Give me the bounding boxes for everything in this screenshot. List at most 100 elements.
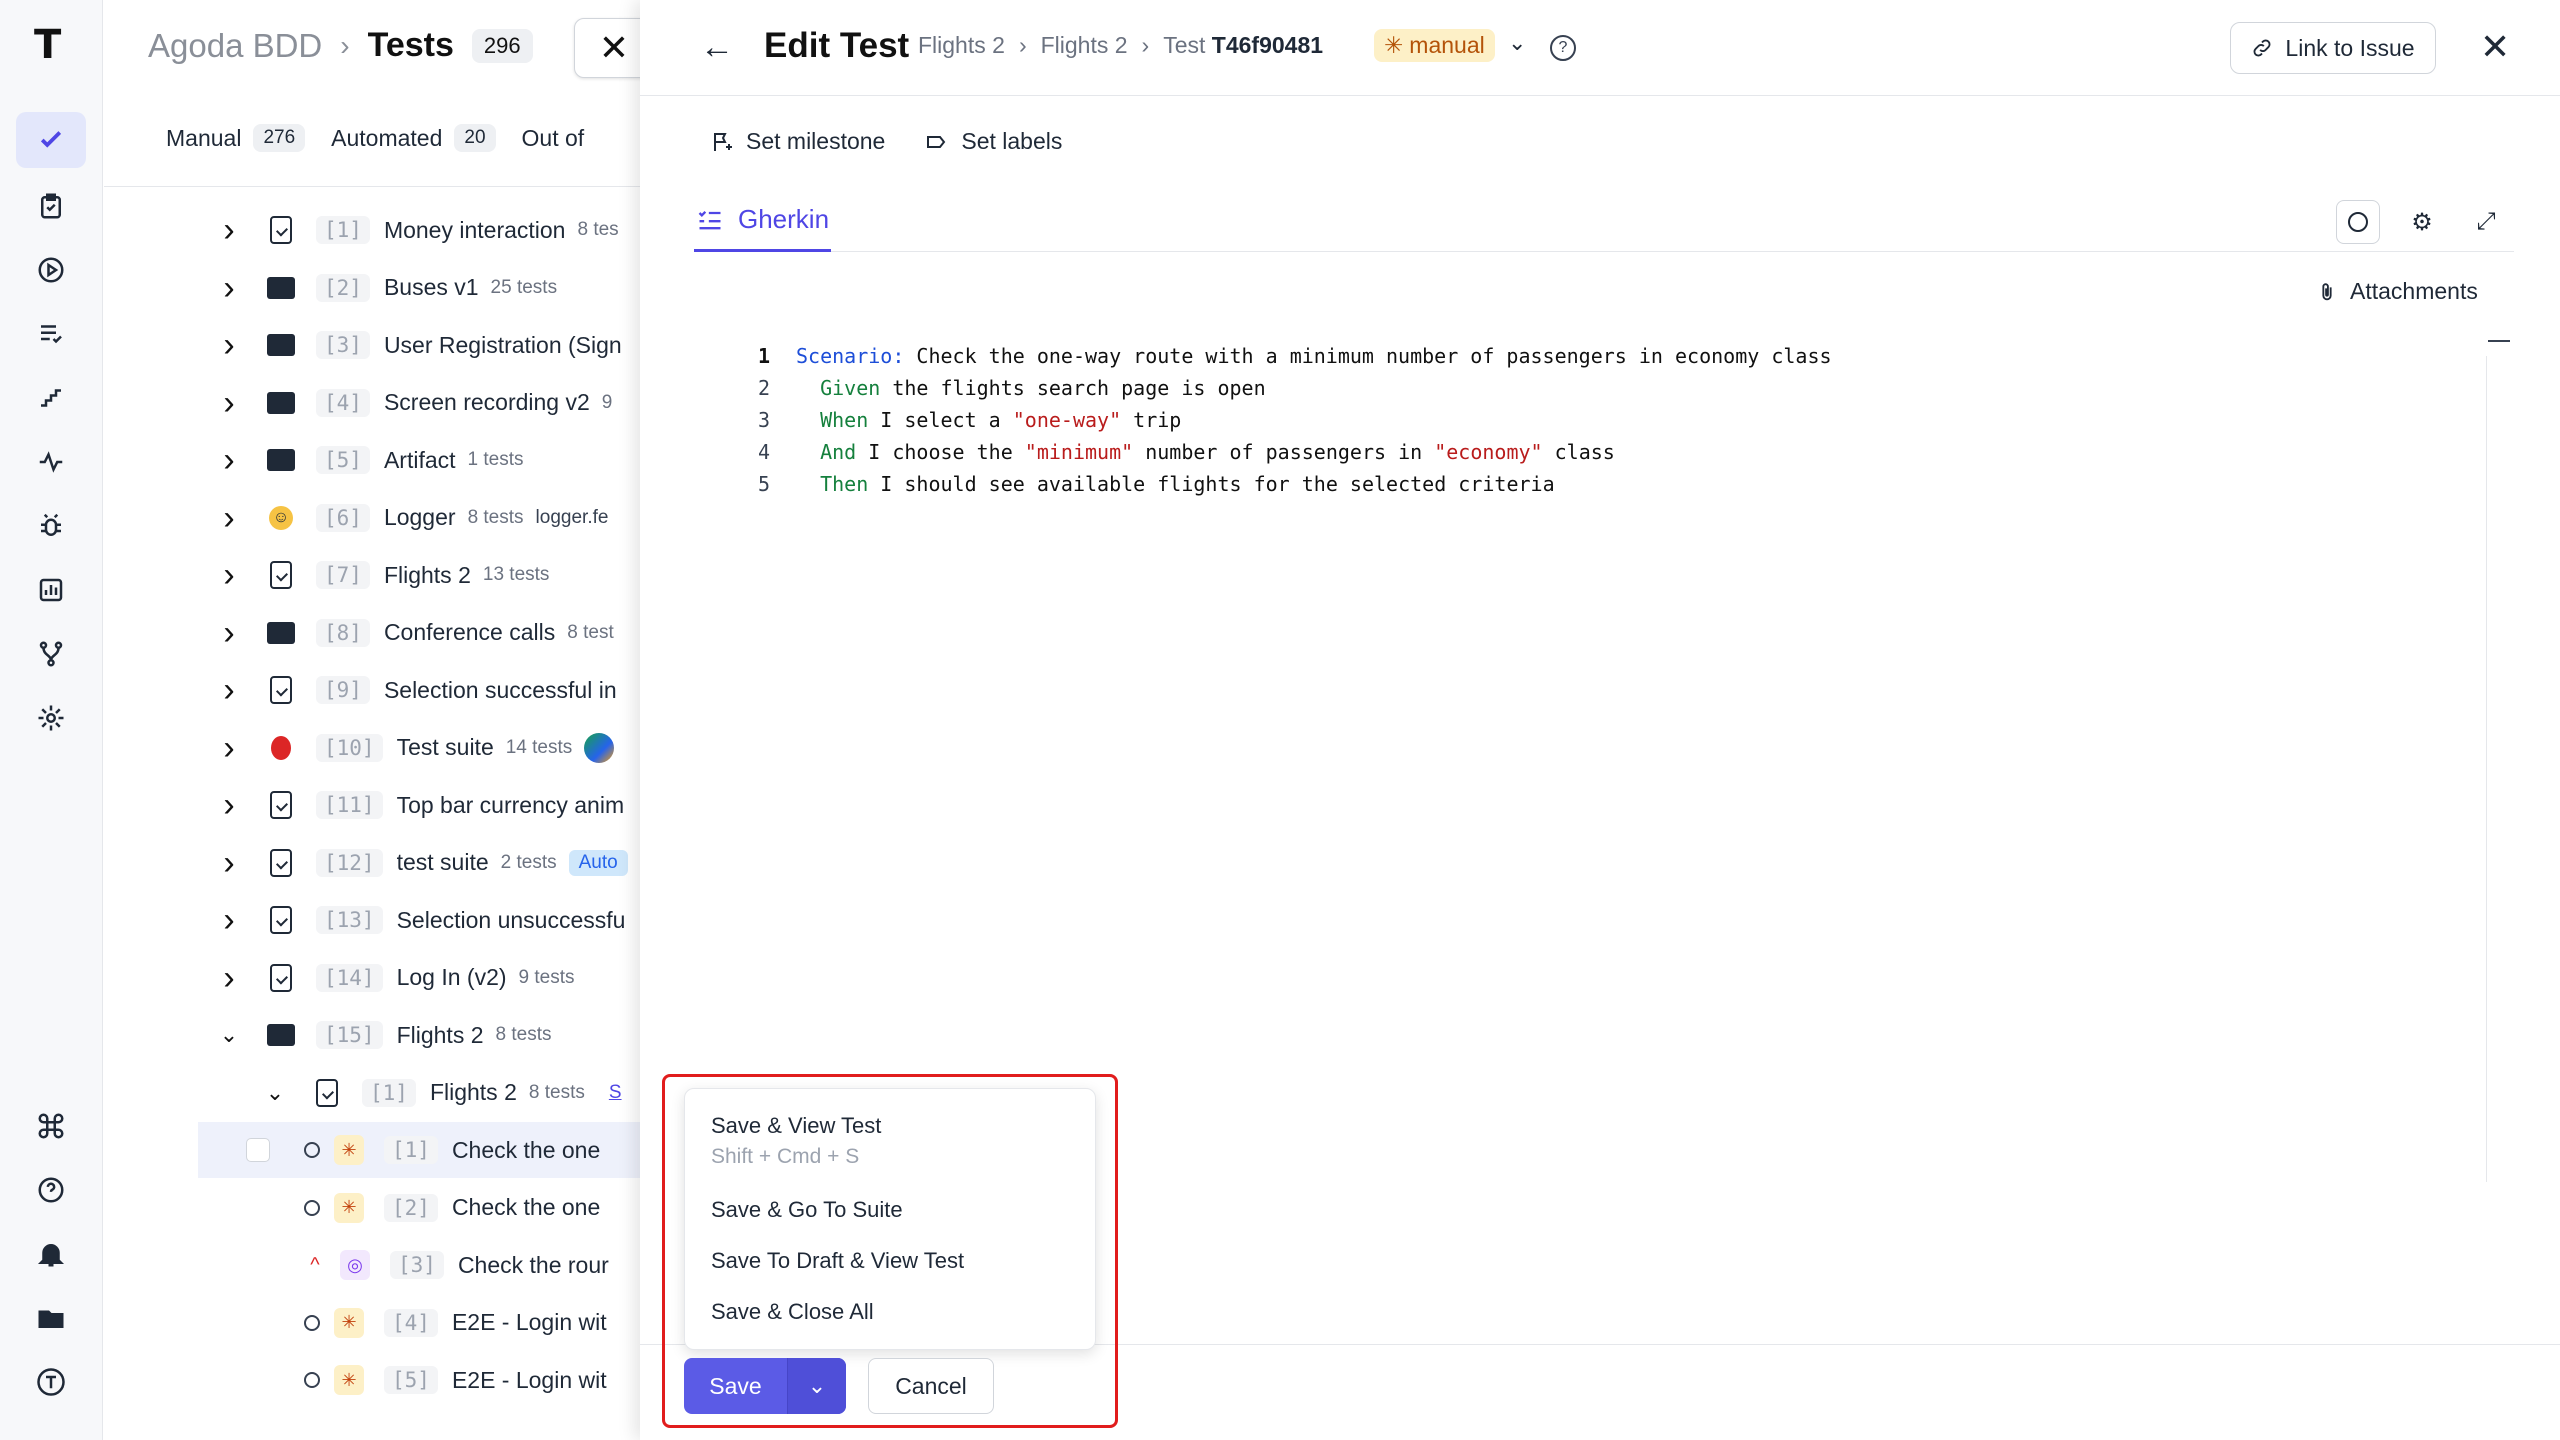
- menu-item-save-go-to-suite[interactable]: Save & Go To Suite: [711, 1197, 903, 1223]
- chevron-right-icon[interactable]: ›: [218, 271, 240, 305]
- menu-item-save-view-test[interactable]: Save & View Test Shift + Cmd + S: [711, 1113, 881, 1169]
- row-label: Check the one: [451, 1136, 601, 1163]
- chevron-down-icon[interactable]: ⌄: [218, 1022, 240, 1048]
- rail-analytics-icon[interactable]: [16, 562, 86, 618]
- menu-item-save-close-all[interactable]: Save & Close All: [711, 1299, 874, 1325]
- set-milestone-label: Set milestone: [746, 128, 886, 154]
- tree-row[interactable]: › [2] Buses v1 25 tests: [104, 260, 644, 316]
- line-number: 2: [757, 376, 770, 400]
- divider: [104, 186, 644, 187]
- chevron-right-icon[interactable]: ›: [218, 443, 240, 477]
- close-suite-button[interactable]: ✕: [574, 18, 644, 78]
- back-arrow-icon[interactable]: ←: [700, 28, 734, 67]
- rail-pulse-icon[interactable]: [16, 434, 86, 490]
- tab-manual[interactable]: Manual 276: [166, 124, 306, 152]
- tree-row[interactable]: ⌄ [1] Flights 2 8 tests S: [104, 1065, 644, 1121]
- chevron-right-icon[interactable]: ›: [218, 328, 240, 362]
- chevron-right-icon[interactable]: ›: [218, 386, 240, 420]
- tree-row[interactable]: › [13] Selection unsuccessfu: [104, 892, 644, 948]
- tree-row[interactable]: › [10] Test suite 14 tests: [104, 720, 644, 776]
- cancel-button[interactable]: Cancel: [868, 1358, 994, 1414]
- expand-button[interactable]: ⤢: [2464, 200, 2508, 244]
- save-options-toggle[interactable]: ⌄: [788, 1358, 846, 1414]
- rail-folders-icon[interactable]: [16, 1290, 86, 1346]
- tab-gherkin[interactable]: Gherkin: [694, 190, 832, 252]
- tree-row[interactable]: › [9] Selection successful in: [104, 662, 644, 718]
- chevron-right-icon[interactable]: ›: [218, 903, 240, 937]
- chevron-right-icon[interactable]: ›: [218, 961, 240, 995]
- help-icon[interactable]: ?: [1550, 35, 1576, 61]
- project-name[interactable]: Agoda BDD: [148, 27, 322, 65]
- rail-settings-icon[interactable]: [16, 690, 86, 746]
- chevron-right-icon[interactable]: ›: [218, 616, 240, 650]
- status-toggle-button[interactable]: [2336, 200, 2380, 244]
- rail-command-icon[interactable]: [16, 1098, 86, 1154]
- tree-row[interactable]: ✳ [1] Check the one: [198, 1122, 644, 1178]
- row-number: [11]: [316, 791, 383, 819]
- tab-out-of[interactable]: Out of: [522, 124, 585, 152]
- rail-profile-icon[interactable]: [16, 1354, 86, 1410]
- icon-shape: ✳: [334, 1307, 364, 1338]
- chevron-down-icon[interactable]: ⌄: [1508, 30, 1526, 56]
- tree-row[interactable]: › [7] Flights 2 13 tests: [104, 547, 644, 603]
- rail-bug-icon[interactable]: [16, 498, 86, 554]
- test-type-badge[interactable]: ✳ manual: [1374, 29, 1495, 62]
- icon-shape: ✳: [334, 1135, 364, 1165]
- menu-item-save-draft-view-test[interactable]: Save To Draft & View Test: [711, 1248, 964, 1274]
- crumb-subsuite[interactable]: Flights 2: [1041, 32, 1128, 59]
- tree-row[interactable]: › [11] Top bar currency anim: [104, 777, 644, 833]
- code-line: 1 Scenario: Check the one-way route with …: [736, 340, 1832, 372]
- app-logo[interactable]: T: [34, 22, 70, 68]
- tree-row[interactable]: › [1] Money interaction 8 tes: [104, 202, 644, 258]
- editor-settings-button[interactable]: ⚙: [2400, 200, 2444, 244]
- close-icon[interactable]: ✕: [2480, 26, 2510, 68]
- tab-automated[interactable]: Automated 20: [331, 124, 496, 152]
- chevron-right-icon[interactable]: ›: [218, 731, 240, 765]
- rail-run-icon[interactable]: [16, 242, 86, 298]
- set-milestone-button[interactable]: Set milestone: [710, 128, 885, 155]
- chevron-right-icon[interactable]: ›: [218, 846, 240, 880]
- chevron-right-icon[interactable]: ›: [218, 558, 240, 592]
- chevron-down-icon[interactable]: ⌄: [264, 1080, 286, 1106]
- tree-row[interactable]: › [12] test suite 2 tests Auto: [104, 835, 644, 891]
- edit-breadcrumb: Flights 2 › Flights 2 › Test T46f90481: [918, 32, 1323, 59]
- tree-row[interactable]: › [8] Conference calls 8 test: [104, 605, 644, 661]
- code-text: trip: [1121, 408, 1182, 432]
- save-split-button: Save ⌄: [684, 1358, 846, 1414]
- row-number: [13]: [316, 906, 383, 934]
- tree-row[interactable]: ✳ [4] E2E - Login wit: [104, 1295, 644, 1351]
- chevron-right-icon[interactable]: ›: [218, 673, 240, 707]
- tree-row[interactable]: › [5] Artifact 1 tests: [104, 432, 644, 488]
- row-checkbox[interactable]: [246, 1138, 270, 1162]
- attachments-button[interactable]: Attachments: [2316, 278, 2478, 305]
- tree-row[interactable]: ✳ [5] E2E - Login wit: [104, 1352, 644, 1408]
- tree-row[interactable]: ✳ [2] Check the one: [104, 1180, 644, 1236]
- icon-shape: [270, 906, 292, 934]
- tree-row[interactable]: ⌄ [15] Flights 2 8 tests: [104, 1007, 644, 1063]
- chevron-right-icon[interactable]: ›: [218, 213, 240, 247]
- tree-row[interactable]: ^ ◎ [3] Check the rour: [104, 1237, 644, 1293]
- tree-row[interactable]: › ☺ [6] Logger 8 tests logger.fe: [104, 490, 644, 546]
- row-label: User Registration (Sign: [383, 331, 622, 358]
- rail-tests-icon[interactable]: [16, 112, 86, 168]
- chevron-right-icon[interactable]: ›: [218, 788, 240, 822]
- tree-row[interactable]: › [4] Screen recording v2 9: [104, 375, 644, 431]
- rail-help-icon[interactable]: [16, 1162, 86, 1218]
- test-type-label: manual: [1409, 32, 1485, 58]
- tree-row[interactable]: › [3] User Registration (Sign: [104, 317, 644, 373]
- set-labels-button[interactable]: Set labels: [925, 128, 1062, 155]
- save-button[interactable]: Save: [684, 1358, 788, 1414]
- rail-steps-icon[interactable]: [16, 370, 86, 426]
- gherkin-editor[interactable]: 1 Scenario: Check the one-way route with …: [736, 340, 1832, 500]
- rail-bell-icon[interactable]: [16, 1226, 86, 1282]
- row-number: [1]: [384, 1136, 438, 1164]
- rail-clipboard-icon[interactable]: [16, 178, 86, 234]
- link-to-issue-button[interactable]: Link to Issue: [2230, 22, 2436, 74]
- chevron-right-icon[interactable]: ›: [218, 501, 240, 535]
- suite-link[interactable]: S: [609, 1082, 622, 1104]
- rail-branch-icon[interactable]: [16, 626, 86, 682]
- tree-row[interactable]: › [14] Log In (v2) 9 tests: [104, 950, 644, 1006]
- crumb-suite[interactable]: Flights 2: [918, 32, 1005, 59]
- rail-list-check-icon[interactable]: [16, 306, 86, 362]
